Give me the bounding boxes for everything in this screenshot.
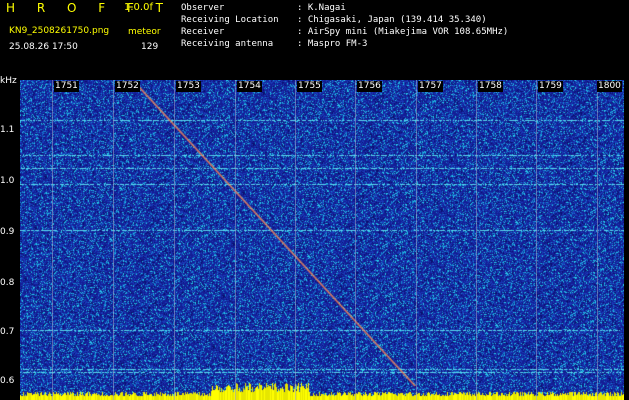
count-label: 129 <box>141 42 159 52</box>
x-tick-label: 1758 <box>478 81 503 92</box>
gridline <box>235 80 236 400</box>
gridline <box>113 80 114 400</box>
y-tick-label: 0.6 <box>0 376 15 386</box>
gridline <box>476 80 477 400</box>
x-tick-label: 1800 <box>597 81 622 92</box>
y-tick-label: 0.9 <box>0 227 15 237</box>
y-tick-label: 0.7 <box>0 327 15 337</box>
gridline <box>295 80 296 400</box>
spectrogram-canvas <box>20 80 624 400</box>
gridline <box>416 80 417 400</box>
x-tick-label: 1754 <box>237 81 262 92</box>
gridline <box>536 80 537 400</box>
x-tick-label: 1759 <box>538 81 563 92</box>
y-tick-label: 1.1 <box>0 125 15 135</box>
y-unit-label: kHz <box>0 76 17 86</box>
x-tick-label: 1756 <box>357 81 382 92</box>
x-tick-label: 1753 <box>176 81 201 92</box>
hrofft-window: H R O F F T 1.0.0f KN9_2508261750.png me… <box>0 0 629 400</box>
info-value-antenna: : Maspro FM-3 <box>297 39 368 49</box>
x-tick-label: 1757 <box>418 81 443 92</box>
info-label-receiver: Receiver <box>181 27 225 37</box>
x-tick-label: 1755 <box>297 81 322 92</box>
y-tick-label: 0.8 <box>0 278 15 288</box>
info-label-antenna: Receiving antenna <box>181 39 274 49</box>
info-label-observer: Observer <box>181 3 225 13</box>
filename-label: KN9_2508261750.png <box>9 26 110 36</box>
info-value-receiver: : AirSpy mini (Miakejima VOR 108.65MHz) <box>297 27 509 37</box>
gridline <box>52 80 53 400</box>
info-label-location: Receiving Location <box>181 15 279 25</box>
gridline <box>174 80 175 400</box>
y-tick-label: 1.0 <box>0 176 15 186</box>
gridline <box>355 80 356 400</box>
x-tick-label: 1752 <box>115 81 140 92</box>
info-value-location: : Chigasaki, Japan (139.414 35.340) <box>297 15 487 25</box>
gridline <box>597 80 598 400</box>
version-label: 1.0.0f <box>124 2 153 13</box>
info-value-observer: : K.Nagai <box>297 3 346 13</box>
mode-label: meteor <box>128 27 161 37</box>
x-tick-label: 1751 <box>54 81 79 92</box>
spectrogram <box>20 80 624 400</box>
datetime-label: 25.08.26 17:50 <box>9 42 78 52</box>
